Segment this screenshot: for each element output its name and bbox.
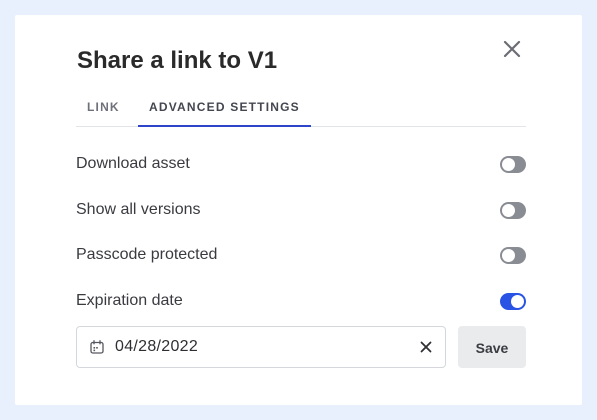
- passcode-protected-toggle[interactable]: [500, 247, 526, 264]
- clear-icon[interactable]: [420, 341, 432, 353]
- calendar-icon: [90, 340, 104, 354]
- dialog-title: Share a link to V1: [77, 47, 278, 74]
- setting-label: Download asset: [76, 155, 190, 172]
- tab-link[interactable]: LINK: [87, 99, 120, 126]
- setting-row-passcode-protected: Passcode protected: [76, 243, 526, 267]
- setting-label: Expiration date: [76, 292, 183, 309]
- toggle-knob: [502, 158, 515, 171]
- setting-row-expiration-date: Expiration date: [76, 289, 526, 313]
- save-button[interactable]: Save: [458, 326, 526, 368]
- toggle-knob: [502, 204, 515, 217]
- setting-row-show-all-versions: Show all versions: [76, 198, 526, 222]
- expiration-date-input[interactable]: 04/28/2022: [76, 326, 446, 368]
- toggle-knob: [502, 249, 515, 262]
- tab-advanced-settings[interactable]: ADVANCED SETTINGS: [138, 99, 311, 127]
- toggle-knob: [511, 295, 524, 308]
- expiration-date-toggle[interactable]: [500, 293, 526, 310]
- date-value: 04/28/2022: [115, 338, 199, 355]
- setting-label: Passcode protected: [76, 246, 218, 263]
- setting-row-download-asset: Download asset: [76, 152, 526, 176]
- close-icon: [503, 40, 521, 58]
- setting-label: Show all versions: [76, 201, 201, 218]
- tab-bar: LINK ADVANCED SETTINGS: [76, 99, 526, 127]
- show-all-versions-toggle[interactable]: [500, 202, 526, 219]
- share-link-dialog: Share a link to V1 LINK ADVANCED SETTING…: [15, 15, 582, 405]
- active-tab-indicator: [138, 125, 311, 127]
- close-button[interactable]: [501, 38, 523, 60]
- download-asset-toggle[interactable]: [500, 156, 526, 173]
- tab-advanced-settings-label: ADVANCED SETTINGS: [149, 100, 300, 114]
